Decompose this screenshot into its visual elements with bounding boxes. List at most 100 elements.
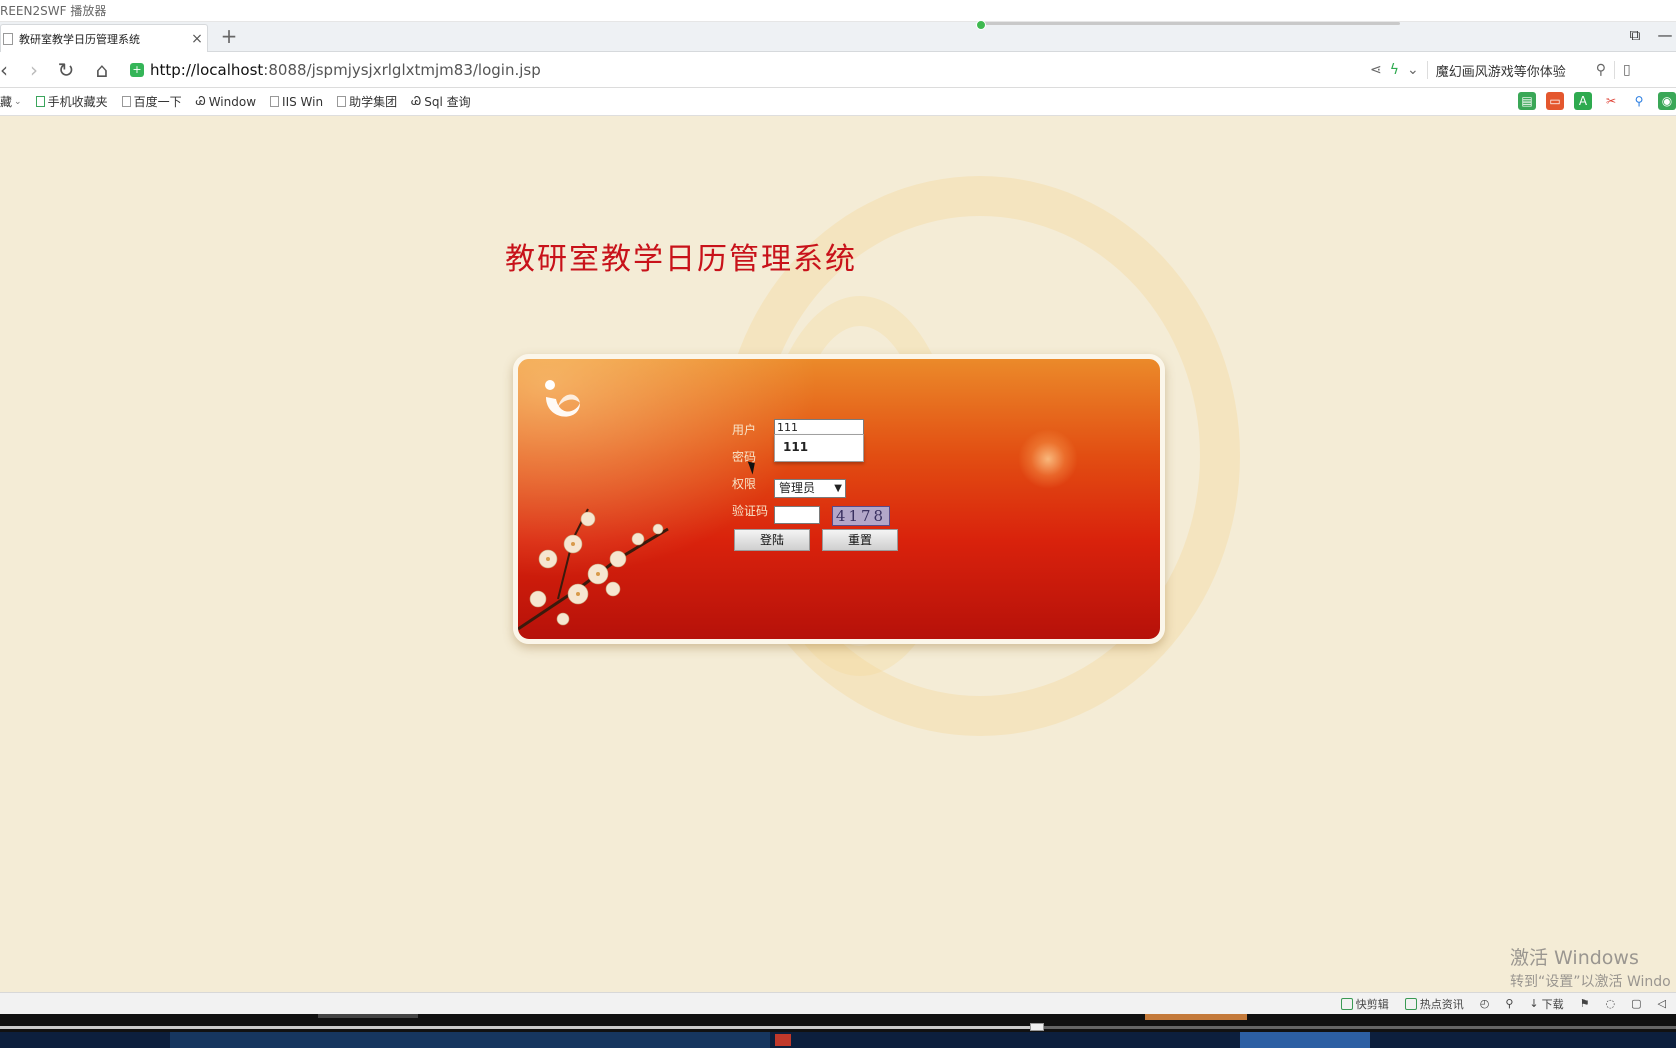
page-icon bbox=[337, 96, 347, 107]
status-cleanup[interactable]: ◌ bbox=[1606, 997, 1616, 1010]
url-host: http://localhost bbox=[150, 61, 264, 79]
status-download[interactable]: ↓ 下载 bbox=[1529, 996, 1563, 1012]
url-field[interactable]: + http://localhost:8088/jspmjysjxrlglxtm… bbox=[130, 58, 1420, 82]
mobile-icon[interactable]: ▯ bbox=[1623, 62, 1631, 78]
share-icon[interactable]: ⋖ bbox=[1370, 62, 1382, 78]
timeline-segment bbox=[1145, 1014, 1247, 1020]
status-hot-news[interactable]: 热点资讯 bbox=[1404, 996, 1464, 1012]
login-panel: 用户 111 111 密码 权限 管理员 ▼ 验证码 4178 登陆 重置 bbox=[513, 354, 1165, 644]
divider bbox=[1426, 61, 1428, 79]
role-label: 权限 bbox=[732, 477, 757, 491]
search-icon[interactable]: ⚲ bbox=[1596, 62, 1606, 78]
cleanup-icon: ◌ bbox=[1605, 997, 1616, 1010]
role-select[interactable]: 管理员 ▼ bbox=[774, 479, 846, 498]
bookmark-zhuxue[interactable]: 助学集团 bbox=[337, 93, 397, 110]
page-icon bbox=[121, 96, 131, 107]
volume-icon: ◁ bbox=[1657, 997, 1666, 1010]
reset-button[interactable]: 重置 bbox=[822, 529, 898, 551]
query-icon: Ꮚ bbox=[195, 94, 206, 109]
refresh-icon[interactable]: ↻ bbox=[54, 58, 78, 82]
autocomplete-suggestion[interactable]: 111 bbox=[774, 434, 864, 462]
home-icon[interactable]: ⌂ bbox=[90, 58, 114, 82]
magnifier-icon[interactable]: ⚲ bbox=[1630, 92, 1648, 110]
role-selected-value: 管理员 bbox=[779, 481, 816, 495]
watermark-line1: 激活 Windows bbox=[1510, 947, 1639, 969]
restore-icon[interactable]: ⧉ bbox=[1624, 26, 1646, 44]
url-text[interactable]: http://localhost:8088/jspmjysjxrlglxtmjm… bbox=[150, 61, 541, 79]
taskbar-app[interactable] bbox=[170, 1032, 770, 1048]
login-button[interactable]: 登陆 bbox=[734, 529, 810, 551]
minimize-icon[interactable]: — bbox=[1654, 26, 1676, 44]
login-page: 教研室教学日历管理系统 用户 111 111 密码 权限 管理员 ▼ 验证码 4… bbox=[0, 116, 1676, 992]
back-icon[interactable]: ‹ bbox=[0, 58, 16, 82]
captcha-input[interactable] bbox=[774, 506, 820, 524]
scissors-icon bbox=[1340, 997, 1353, 1010]
watermark-line2: 转到“设置”以激活 Windo bbox=[1510, 974, 1671, 990]
tab-login[interactable]: 教研室教学日历管理系统 × bbox=[0, 24, 208, 52]
translate-icon[interactable]: A bbox=[1574, 92, 1592, 110]
captcha-label: 验证码 bbox=[732, 504, 769, 518]
tv-icon[interactable]: ▭ bbox=[1546, 92, 1564, 110]
windows-activation-watermark: 激活 Windows 转到“设置”以激活 Windo bbox=[1510, 946, 1671, 992]
bookmark-label: Window bbox=[208, 94, 257, 109]
status-bar: 快剪辑 热点资讯 ◴ ⚲ ↓ 下载 ⚑ ◌ ▢ ◁ bbox=[0, 992, 1676, 1014]
status-label: 快剪辑 bbox=[1355, 997, 1389, 1011]
os-taskbar bbox=[0, 1032, 1676, 1048]
status-label: 热点资讯 bbox=[1419, 997, 1464, 1011]
bookmark-mobile[interactable]: 手机收藏夹 bbox=[35, 93, 108, 110]
tab-bar: 教研室教学日历管理系统 × + ⧉ — bbox=[0, 20, 1676, 52]
lightning-icon[interactable]: ϟ bbox=[1390, 62, 1399, 78]
chevron-down-icon[interactable]: ⌄ bbox=[1407, 62, 1419, 78]
phone-icon bbox=[35, 96, 45, 107]
bookmark-label: IIS Win bbox=[282, 94, 324, 109]
system-title: 教研室教学日历管理系统 bbox=[505, 242, 857, 277]
divider bbox=[1614, 61, 1615, 79]
forward-icon[interactable]: › bbox=[22, 58, 46, 82]
bookmark-favorites[interactable]: 藏 ⌄ bbox=[0, 93, 22, 110]
timeline-played bbox=[0, 1026, 1035, 1029]
address-toolbar: ‹ › ↻ ⌂ + http://localhost:8088/jspmjysj… bbox=[0, 52, 1676, 88]
timeline-scrubber[interactable] bbox=[1030, 1023, 1044, 1031]
app-title-bar: REEN2SWF 播放器 bbox=[0, 0, 1676, 22]
chevron-down-icon: ⌄ bbox=[14, 96, 22, 107]
status-quick-edit[interactable]: 快剪辑 bbox=[1340, 996, 1389, 1012]
status-window[interactable]: ▢ bbox=[1631, 997, 1641, 1010]
query-icon: Ꮚ bbox=[411, 94, 422, 109]
gamepad-icon[interactable]: ◉ bbox=[1658, 92, 1676, 110]
taskbar-app[interactable] bbox=[1240, 1032, 1370, 1048]
extension-tools: ▤ ▭ A ✂ ⚲ ◉ bbox=[1518, 92, 1676, 110]
search-suggestion[interactable]: 魔幻画风游戏等你体验 bbox=[1436, 61, 1566, 80]
bookmark-window[interactable]: Ꮚ Window bbox=[195, 94, 257, 109]
close-tab-icon[interactable]: × bbox=[187, 31, 207, 47]
bookmark-baidu[interactable]: 百度一下 bbox=[121, 93, 182, 110]
window-icon: ▢ bbox=[1631, 997, 1642, 1010]
bookmark-label: 百度一下 bbox=[133, 95, 182, 109]
progress-track bbox=[980, 22, 1400, 25]
app-title: REEN2SWF 播放器 bbox=[0, 4, 107, 18]
timeline-segment bbox=[318, 1014, 418, 1018]
loading-progress bbox=[976, 20, 1400, 30]
bookmark-sql[interactable]: Ꮚ Sql 查询 bbox=[411, 93, 471, 110]
bookmark-iis[interactable]: IIS Win bbox=[270, 95, 323, 109]
player-timeline[interactable] bbox=[0, 1014, 1676, 1032]
status-label: 下载 bbox=[1541, 997, 1564, 1011]
tab-label: 教研室教学日历管理系统 bbox=[19, 32, 140, 46]
plum-blossom-decoration bbox=[518, 508, 669, 631]
status-pin[interactable]: ⚲ bbox=[1505, 997, 1513, 1010]
url-path: :8088/jspmjysjxrlglxtmjm83/login.jsp bbox=[263, 61, 541, 79]
captcha-image[interactable]: 4178 bbox=[832, 506, 890, 526]
status-speed[interactable]: ◴ bbox=[1480, 997, 1490, 1010]
status-flag[interactable]: ⚑ bbox=[1580, 997, 1590, 1010]
new-tab-button[interactable]: + bbox=[218, 26, 240, 48]
url-right-tools: ⋖ ϟ ⌄ 魔幻画风游戏等你体验 ⚲ ▯ bbox=[1370, 58, 1676, 82]
bookmark-bar: 藏 ⌄ 手机收藏夹 百度一下 Ꮚ Window IIS Win 助学集团 Ꮚ Sql … bbox=[0, 88, 1676, 116]
taskbar-app-icon[interactable] bbox=[775, 1034, 791, 1046]
scissors-icon[interactable]: ✂ bbox=[1602, 92, 1620, 110]
secure-shield-icon: + bbox=[130, 63, 144, 77]
user-label: 用户 bbox=[732, 423, 757, 437]
status-volume[interactable]: ◁ bbox=[1658, 997, 1666, 1010]
bookmark-label: Sql 查询 bbox=[424, 95, 471, 109]
firework-decoration bbox=[1018, 429, 1078, 489]
download-icon: ↓ bbox=[1529, 997, 1539, 1010]
reader-icon[interactable]: ▤ bbox=[1518, 92, 1536, 110]
